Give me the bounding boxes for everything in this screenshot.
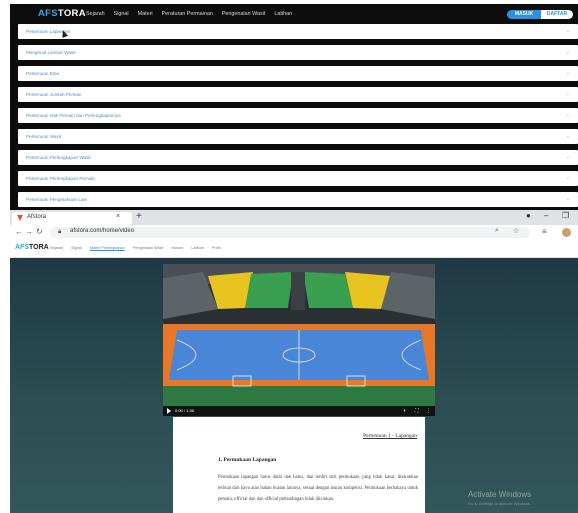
window-profile-icon[interactable]: ● [526,211,531,220]
lesson-document: Pertemuan 1 - Lapangan 1. Permukaan Lapa… [173,417,425,513]
document-paragraph: Permukaan lapangan harus datar dan halus… [218,475,418,502]
accordion-item[interactable]: Pertemuan Perlengkapan Pemain ⌄ [18,171,578,186]
nav-link-peraturan[interactable]: Peraturan Permainan [162,11,213,17]
top-navbar: AFSTORA Sejarah Signal Materi Peraturan … [10,4,578,24]
address-bar[interactable]: 🔒︎ afstora.com/home/video ⌕ ☆ [50,227,530,238]
new-tab-icon[interactable]: + [136,211,142,223]
site-nav-profil[interactable]: Profil [212,246,221,250]
site-brand-part-a: AFS [15,244,29,251]
top-site-screenshot: AFSTORA Sejarah Signal Materi Peraturan … [10,4,578,210]
chevron-down-icon: ⌄ [565,154,570,160]
site-navbar: AFSTORA Sejarah Signal Materi Perlengkap… [10,240,578,258]
browser-tab-bar: Afstora × + ● – ❐ [10,210,578,225]
chevron-down-icon: ⌄ [565,175,570,181]
chevron-down-icon: ⌄ [565,49,570,55]
nav-link-wasit[interactable]: Pengenalan Wasit [222,11,266,17]
browser-window: Afstora × + ● – ❐ ← → ↻ 🔒︎ afstora.com/h… [10,210,578,513]
bookmark-star-icon[interactable]: ☆ [513,227,519,235]
windows-activation-subtext: Go to Settings to activate Windows. [468,501,532,506]
play-icon[interactable] [167,408,171,414]
accordion-item[interactable]: Mengenal Lambar Wasit ⌄ [18,45,578,60]
site-nav-signal[interactable]: Signal [71,246,82,250]
site-brand-part-b: TORA [29,244,49,251]
top-nav-links: Sejarah Signal Materi Peraturan Permaina… [86,11,292,17]
accordion-item[interactable]: Pertemuan Perlengkapan Wasit ⌄ [18,150,578,165]
nav-link-latihan[interactable]: Latihan [274,11,292,17]
accordion-item[interactable]: Pertemuan Wasit ⌄ [18,129,578,144]
brand-logo-part-b: TORA [57,8,86,19]
accordion-list: Pertemuan Lapangan ⌄ Mengenal Lambar Wasi… [18,24,578,210]
accordion-item[interactable]: Pertemuan Jumlah Pemain ⌄ [18,87,578,102]
site-nav-sejarah[interactable]: Sejarah [50,246,63,250]
daftar-button[interactable]: DAFTAR [541,10,573,19]
accordion-item[interactable]: Pertemuan Hak Pemain dan Perlengkapannya… [18,108,578,123]
fullscreen-icon[interactable]: ⛶ [415,408,419,414]
masuk-button[interactable]: MASUK [507,10,541,19]
search-icon[interactable]: ⌕ [495,227,499,235]
back-icon[interactable]: ← [15,227,23,236]
accordion-item-label: Pertemuan Wasit [26,134,62,139]
document-section-title: 1. Permukaan Lapangan [218,457,277,463]
more-options-icon[interactable]: ⋮ [426,408,431,414]
chevron-down-icon: ⌄ [565,70,570,76]
video-player[interactable]: 0:00 / 1:38 ◖ ⛶ ⋮ [163,264,435,416]
accordion-item-label: Mengenal Lambar Wasit [26,50,76,55]
accordion-item-label: Pertemuan Perlengkapan Pemain [26,176,95,181]
url-text: afstora.com/home/video [70,228,135,234]
brand-logo-part-a: AFS [38,8,58,19]
reading-list-icon[interactable]: ≡ [542,227,547,236]
site-nav-materi[interactable]: Materi Perlengkapan [90,246,125,250]
browser-tab[interactable]: Afstora × [12,212,132,225]
window-minimize-icon[interactable]: – [544,211,548,220]
volume-icon[interactable]: ◖ [403,408,406,414]
video-controls: 0:00 / 1:38 ◖ ⛶ ⋮ [163,406,435,416]
accordion-item-label: Pertemuan Pengetahuan Lain [26,197,88,202]
chevron-down-icon: ⌄ [565,196,570,202]
chevron-down-icon: ⌄ [565,112,570,118]
accordion-item-label: Pertemuan Bola [26,71,59,76]
brand-logo[interactable]: AFSTORA [38,8,86,19]
nav-link-signal[interactable]: Signal [114,11,129,17]
forward-icon[interactable]: → [25,227,33,236]
window-restore-icon[interactable]: ❐ [562,211,569,220]
browser-toolbar: ← → ↻ 🔒︎ afstora.com/home/video ⌕ ☆ ≡ [10,225,578,241]
document-pertemuan-label: Pertemuan 1 - Lapangan [363,433,417,439]
accordion-item-label: Pertemuan Perlengkapan Wasit [26,155,91,160]
accordion-item[interactable]: Pertemuan Pengetahuan Lain ⌄ [18,192,578,207]
site-nav-hukum[interactable]: Hukum [171,246,183,250]
site-brand-logo[interactable]: AFSTORA [15,244,49,251]
nav-link-sejarah[interactable]: Sejarah [86,11,105,17]
reload-icon[interactable]: ↻ [36,227,43,236]
video-time: 0:00 / 1:38 [175,408,194,413]
tab-title: Afstora [27,214,47,220]
nav-link-materi[interactable]: Materi [138,11,153,17]
chevron-down-icon: ⌄ [565,133,570,139]
chevron-down-icon: ⌄ [565,28,570,34]
avatar[interactable] [562,228,571,237]
futsal-arena-frame [163,264,435,416]
chevron-down-icon: ⌄ [565,91,570,97]
accordion-item[interactable]: Pertemuan Lapangan ⌄ [18,24,578,39]
site-nav-latihan[interactable]: Latihan [191,246,203,250]
tab-close-icon[interactable]: × [116,213,120,220]
windows-activation-watermark: Activate Windows [468,490,532,499]
accordion-item[interactable]: Pertemuan Bola ⌄ [18,66,578,81]
site-nav-links: Sejarah Signal Materi Perlengkapan Penge… [50,246,221,250]
accordion-item-label: Pertemuan Jumlah Pemain [26,92,82,97]
site-nav-wasit[interactable]: Pengenalan Wasit [133,246,164,250]
lock-icon: 🔒︎ [58,229,62,235]
accordion-item-label: Pertemuan Hak Pemain dan Perlengkapannya [26,113,121,118]
site-favicon-icon [17,215,23,221]
